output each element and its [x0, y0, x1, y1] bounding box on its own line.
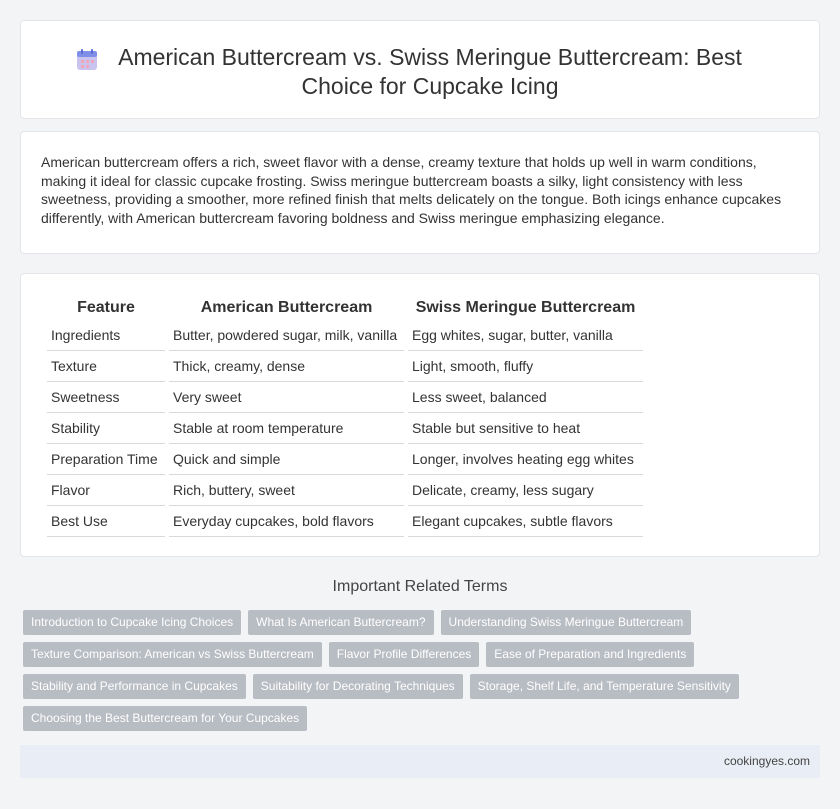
related-term-tag[interactable]: What Is American Buttercream?	[248, 610, 434, 635]
feature-cell: Stability	[47, 413, 165, 444]
feature-cell: Ingredients	[47, 320, 165, 351]
related-term-tag[interactable]: Storage, Shelf Life, and Temperature Sen…	[469, 674, 739, 699]
related-term-tag[interactable]: Flavor Profile Differences	[328, 642, 480, 667]
related-terms-row: Stability and Performance in Cupcakes Sui…	[23, 674, 823, 699]
table-row: Best Use Everyday cupcakes, bold flavors E…	[47, 506, 643, 537]
feature-cell: Best Use	[47, 506, 165, 537]
swiss-cell: Elegant cupcakes, subtle flavors	[408, 506, 643, 537]
header-card: American Buttercream vs. Swiss Meringue …	[20, 20, 820, 119]
american-cell: Very sweet	[169, 382, 404, 413]
column-header-american: American Buttercream	[200, 298, 373, 316]
american-cell: Thick, creamy, dense	[169, 351, 404, 382]
table-row: Preparation Time Quick and simple Longer, …	[47, 444, 643, 475]
table-row: Texture Thick, creamy, dense Light, smooth…	[47, 351, 643, 382]
table-row: Ingredients Butter, powdered sugar, milk,…	[47, 320, 643, 351]
column-header-swiss: Swiss Meringue Buttercream	[415, 298, 636, 316]
footer: cookingyes.com	[20, 745, 820, 778]
table-header-row: Feature American Buttercream Swiss Merin…	[47, 296, 643, 320]
related-terms-title: Important Related Terms	[332, 578, 508, 595]
swiss-cell: Delicate, creamy, less sugary	[408, 475, 643, 506]
american-cell: Rich, buttery, sweet	[169, 475, 404, 506]
feature-cell: Sweetness	[47, 382, 165, 413]
footer-site-link[interactable]: cookingyes.com	[724, 754, 810, 768]
swiss-cell: Less sweet, balanced	[408, 382, 643, 413]
related-terms-row: Texture Comparison: American vs Swiss Bu…	[23, 642, 823, 667]
related-term-tag[interactable]: Choosing the Best Buttercream for Your C…	[23, 706, 308, 731]
intro-card: American buttercream offers a rich, swee…	[20, 131, 820, 254]
american-cell: Butter, powdered sugar, milk, vanilla	[169, 320, 404, 351]
table-row: Flavor Rich, buttery, sweet Delicate, crea…	[47, 475, 643, 506]
related-term-tag[interactable]: Understanding Swiss Meringue Buttercream	[440, 610, 692, 635]
swiss-cell: Stable but sensitive to heat	[408, 413, 643, 444]
related-term-tag[interactable]: Stability and Performance in Cupcakes	[23, 674, 246, 699]
related-terms-row: Introduction to Cupcake Icing Choices Wha…	[23, 610, 823, 635]
related-term-tag[interactable]: Introduction to Cupcake Icing Choices	[23, 610, 242, 635]
american-cell: Quick and simple	[169, 444, 404, 475]
comparison-table: Feature American Buttercream Swiss Merin…	[43, 296, 647, 537]
related-terms-list: Introduction to Cupcake Icing Choices Wha…	[23, 610, 823, 738]
related-terms-row: Choosing the Best Buttercream for Your C…	[23, 706, 823, 731]
feature-cell: Texture	[47, 351, 165, 382]
feature-cell: Flavor	[47, 475, 165, 506]
table-row: Stability Stable at room temperature Stabl…	[47, 413, 643, 444]
table-row: Sweetness Very sweet Less sweet, balanced	[47, 382, 643, 413]
swiss-cell: Light, smooth, fluffy	[408, 351, 643, 382]
intro-text: American buttercream offers a rich, swee…	[41, 154, 782, 226]
swiss-cell: Longer, involves heating egg whites	[408, 444, 643, 475]
feature-cell: Preparation Time	[47, 444, 165, 475]
related-term-tag[interactable]: Ease of Preparation and Ingredients	[486, 642, 695, 667]
page-title: American Buttercream vs. Swiss Meringue …	[118, 44, 742, 99]
american-cell: Stable at room temperature	[169, 413, 404, 444]
related-term-tag[interactable]: Suitability for Decorating Techniques	[252, 674, 463, 699]
swiss-cell: Egg whites, sugar, butter, vanilla	[408, 320, 643, 351]
column-header-feature: Feature	[77, 298, 135, 316]
related-term-tag[interactable]: Texture Comparison: American vs Swiss Bu…	[23, 642, 322, 667]
american-cell: Everyday cupcakes, bold flavors	[169, 506, 404, 537]
comparison-card: Feature American Buttercream Swiss Merin…	[20, 273, 820, 557]
